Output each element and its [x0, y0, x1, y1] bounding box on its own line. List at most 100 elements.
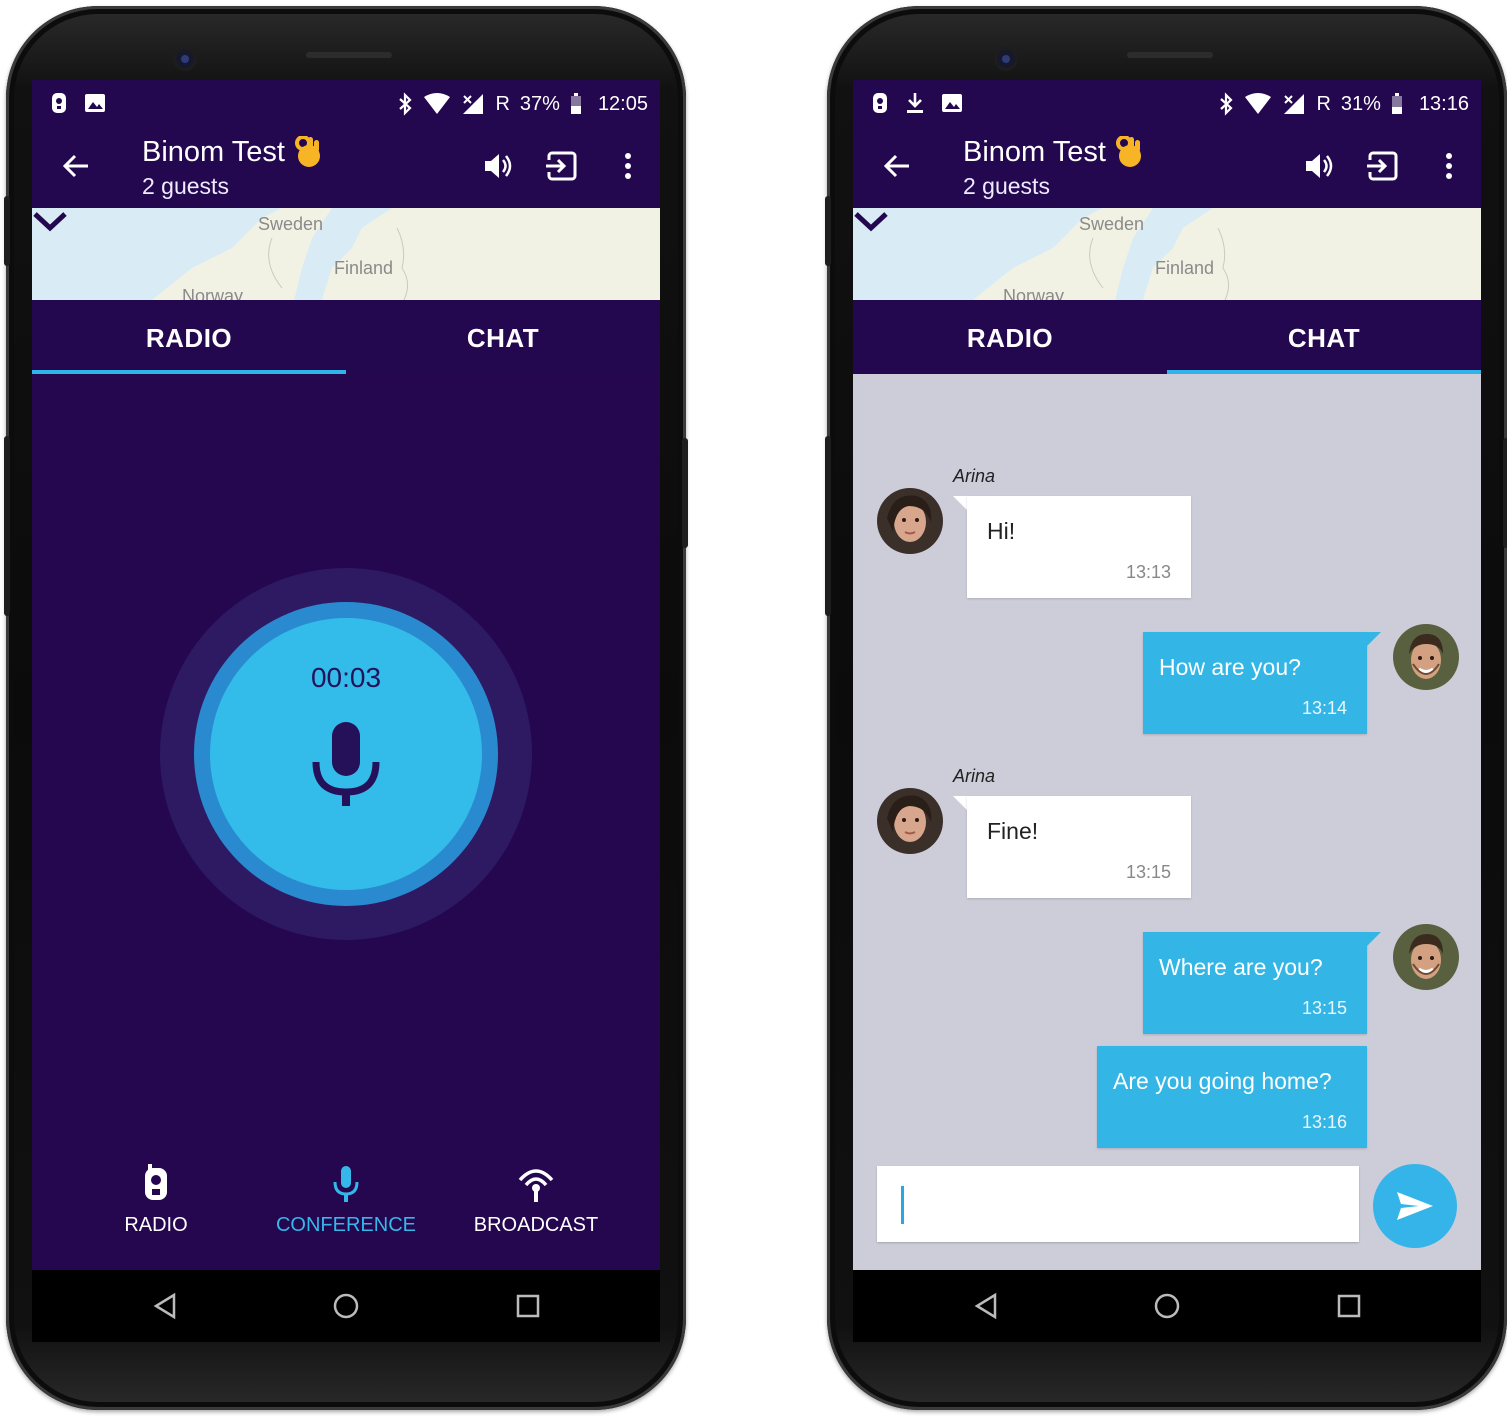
tab-chat[interactable]: CHAT — [1167, 300, 1481, 374]
ok-hand-emoji-icon — [1115, 136, 1141, 167]
volume-icon[interactable] — [480, 148, 516, 184]
more-vert-icon[interactable] — [1431, 148, 1467, 184]
image-notification-icon — [942, 94, 962, 112]
text-cursor — [901, 1186, 904, 1224]
earpiece — [1127, 52, 1213, 58]
bubble-tail — [953, 796, 967, 810]
ok-hand-emoji-icon — [294, 136, 320, 167]
system-nav-bar — [853, 1270, 1481, 1342]
tab-chat[interactable]: CHAT — [346, 300, 660, 374]
message-time: 13:14 — [1301, 698, 1347, 718]
chevron-down-icon[interactable] — [32, 208, 68, 236]
tab-radio[interactable]: RADIO — [853, 300, 1167, 374]
message-input[interactable] — [877, 1166, 1359, 1242]
message-text: Where are you? — [1159, 954, 1323, 980]
screen: R 31% 13:16 Binom Test 2 guests Sweden F… — [853, 80, 1481, 1342]
map-preview[interactable]: Sweden Finland Norway — [32, 208, 660, 300]
map-label-norway: Norway — [182, 286, 244, 300]
volume-icon[interactable] — [1301, 148, 1337, 184]
message-text: Hi! — [987, 518, 1016, 544]
page-title: Binom Test — [142, 134, 321, 170]
clock: 13:16 — [1418, 93, 1469, 115]
send-button[interactable] — [1373, 1164, 1457, 1248]
battery-icon — [570, 93, 581, 114]
nav-back-icon[interactable] — [971, 1290, 1003, 1322]
battery-percent: 31% — [1340, 93, 1381, 115]
tab-radio[interactable]: RADIO — [32, 300, 346, 374]
bluetooth-icon — [1220, 92, 1234, 116]
nav-recents-icon[interactable] — [512, 1290, 544, 1322]
status-bar: R 31% 13:16 — [853, 80, 1481, 130]
mode-switcher: RADIO CONFERENCE BROADCAST — [32, 1154, 660, 1270]
guest-count: 2 guests — [963, 173, 1050, 199]
app-notification-icon — [52, 93, 66, 113]
message-text: How are you? — [1159, 654, 1301, 680]
avatar-me — [1393, 924, 1459, 990]
chevron-down-icon[interactable] — [853, 208, 889, 236]
nav-home-icon[interactable] — [330, 1290, 362, 1322]
network-type: R — [495, 93, 510, 115]
page-title: Binom Test — [963, 134, 1142, 170]
map-label-finland: Finland — [334, 258, 394, 278]
exit-icon[interactable] — [1365, 148, 1401, 184]
nav-recents-icon[interactable] — [1333, 1290, 1365, 1322]
mode-radio[interactable]: RADIO — [56, 1164, 256, 1254]
avatar-arina-image — [877, 788, 943, 854]
microphone-icon — [312, 722, 380, 806]
earpiece — [306, 52, 392, 58]
bubble-tail — [953, 496, 967, 510]
microphone-icon — [333, 1166, 359, 1202]
map-label-sweden: Sweden — [258, 214, 324, 234]
broadcast-icon — [518, 1169, 554, 1202]
message-bubble[interactable]: Hi! 13:13 — [967, 496, 1191, 598]
message-sender: Arina — [953, 466, 996, 486]
avatar-arina-image — [877, 488, 943, 554]
title-text: Binom Test — [142, 136, 285, 168]
exit-icon[interactable] — [544, 148, 580, 184]
mode-radio-label: RADIO — [124, 1214, 188, 1236]
bluetooth-icon — [399, 92, 413, 116]
back-arrow-icon[interactable] — [58, 148, 94, 184]
app-notification-icon — [873, 93, 887, 113]
message-bubble[interactable]: Fine! 13:15 — [967, 796, 1191, 898]
message-time: 13:16 — [1301, 1112, 1347, 1132]
back-arrow-icon[interactable] — [879, 148, 915, 184]
power-button — [682, 438, 688, 548]
status-bar: R 37% 12:05 — [32, 80, 660, 130]
app-bar: Binom Test 2 guests — [853, 130, 1481, 208]
power-button — [1503, 438, 1507, 548]
signal-icon — [1284, 94, 1305, 114]
message-bubble[interactable]: How are you? 13:14 — [1143, 632, 1367, 734]
clock: 12:05 — [597, 93, 648, 115]
side-button — [825, 436, 831, 616]
avatar-me-image — [1393, 624, 1459, 690]
mode-broadcast[interactable]: BROADCAST — [436, 1164, 636, 1254]
map-land — [853, 208, 1481, 300]
map-preview[interactable]: Sweden Finland Norway — [853, 208, 1481, 300]
more-vert-icon[interactable] — [610, 148, 646, 184]
send-icon — [1397, 1192, 1433, 1220]
screen: R 37% 12:05 Binom Test 2 guests Sweden F… — [32, 80, 660, 1342]
signal-icon — [463, 94, 484, 114]
mode-conference[interactable]: CONFERENCE — [246, 1164, 446, 1254]
message-bubble[interactable]: Are you going home? 13:16 — [1097, 1046, 1367, 1148]
side-button — [4, 436, 10, 616]
battery-percent: 37% — [519, 93, 560, 115]
wifi-icon — [424, 93, 451, 114]
map-label-finland: Finland — [1155, 258, 1215, 278]
phone-right-frame: R 31% 13:16 Binom Test 2 guests Sweden F… — [825, 6, 1507, 1410]
avatar-me-image — [1393, 924, 1459, 990]
recording-timer: 00:03 — [310, 662, 382, 693]
map-label-sweden: Sweden — [1079, 214, 1145, 234]
app-bar: Binom Test 2 guests — [32, 130, 660, 208]
nav-back-icon[interactable] — [150, 1290, 182, 1322]
radio-panel: 00:03 RADIO CONFERENCE BROADCAST — [32, 374, 660, 1270]
message-bubble[interactable]: Where are you? 13:15 — [1143, 932, 1367, 1034]
bubble-tail — [1367, 932, 1381, 946]
message-time: 13:15 — [1301, 998, 1347, 1018]
push-to-talk-button[interactable]: 00:03 — [210, 618, 482, 890]
tab-bar: RADIO CHAT — [32, 300, 660, 374]
system-nav-bar — [32, 1270, 660, 1342]
bubble-tail — [1367, 632, 1381, 646]
nav-home-icon[interactable] — [1151, 1290, 1183, 1322]
